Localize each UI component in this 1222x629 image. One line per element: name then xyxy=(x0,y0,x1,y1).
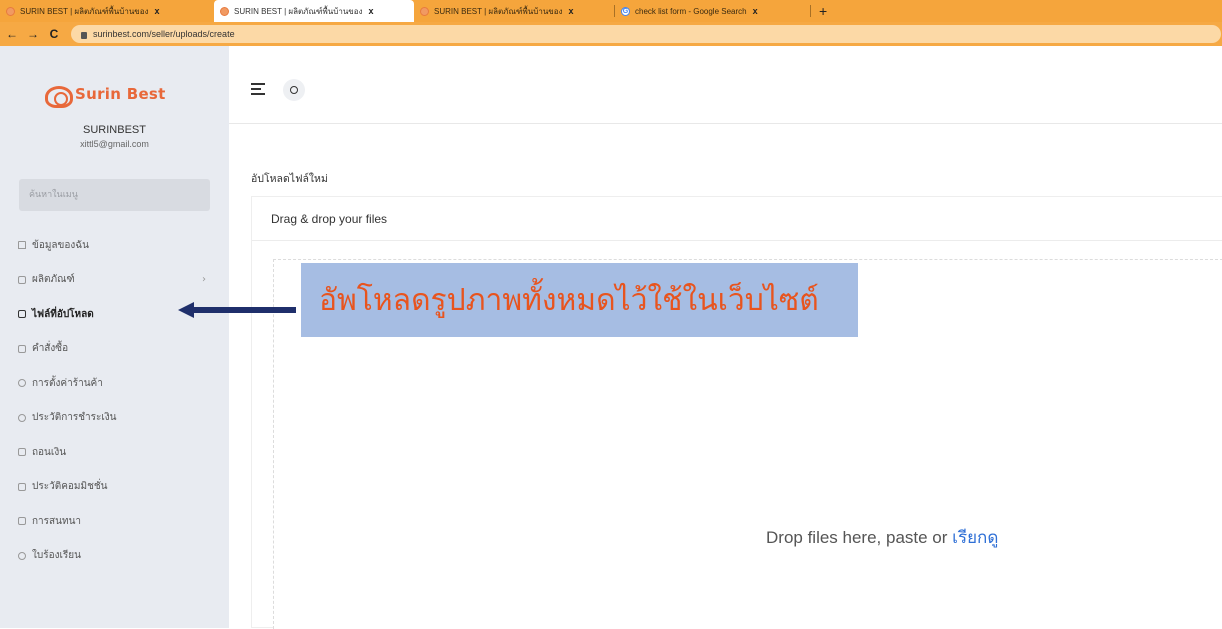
ticket-icon xyxy=(18,551,26,560)
browser-tab-active[interactable]: SURIN BEST | ผลิตภัณฑ์พื้นบ้านของ x xyxy=(214,0,414,22)
gear-icon xyxy=(18,379,26,388)
sidebar-item-conversations[interactable]: การสนทนา xyxy=(18,504,218,539)
arrow-left-icon xyxy=(178,302,296,318)
url-text: surinbest.com/seller/uploads/create xyxy=(93,29,235,39)
uploader-title: Drag & drop your files xyxy=(252,197,1222,241)
url-field[interactable]: surinbest.com/seller/uploads/create xyxy=(71,25,1221,43)
back-icon[interactable]: ← xyxy=(3,27,21,41)
sidebar-item-payment-history[interactable]: ประวัติการชำระเงิน xyxy=(18,401,218,436)
chevron-right-icon: › xyxy=(202,274,206,286)
chat-icon xyxy=(18,517,26,526)
forward-icon[interactable]: → xyxy=(24,27,42,41)
tab-title: SURIN BEST | ผลิตภัณฑ์พื้นบ้านของ xyxy=(434,6,563,16)
sidebar-item-label: คำสั่งซื้อ xyxy=(32,343,69,355)
browser-tab[interactable]: G check list form - Google Search x xyxy=(615,0,810,22)
lock-icon xyxy=(81,31,87,39)
logo-text: Surin Best xyxy=(75,85,166,103)
tab-title: SURIN BEST | ผลิตภัณฑ์พื้นบ้านของ xyxy=(234,6,363,16)
user-name: SURINBEST xyxy=(83,124,146,136)
wallet-icon xyxy=(18,448,26,457)
sidebar-item-label: การตั้งค่าร้านค้า xyxy=(32,377,103,389)
sidebar-item-support-ticket[interactable]: ใบร้องเรียน xyxy=(18,539,218,574)
close-icon[interactable]: x xyxy=(753,6,758,16)
new-tab-button[interactable]: + xyxy=(811,0,835,22)
tab-title: check list form - Google Search xyxy=(635,6,747,16)
sidebar-item-label: ประวัติคอมมิชชั่น xyxy=(32,481,108,493)
address-bar: ← → C surinbest.com/seller/uploads/creat… xyxy=(0,22,1222,46)
browser-tab[interactable]: SURIN BEST | ผลิตภัณฑ์พื้นบ้านของ x xyxy=(0,0,214,22)
menu-toggle-icon[interactable] xyxy=(251,83,265,95)
browser-tab-strip: SURIN BEST | ผลิตภัณฑ์พื้นบ้านของ x SURI… xyxy=(0,0,1222,22)
top-bar xyxy=(229,46,1222,124)
browse-link[interactable]: เรียกดู xyxy=(952,528,998,547)
drop-instructions: Drop files here, paste or เรียกดู xyxy=(766,524,998,551)
close-icon[interactable]: x xyxy=(368,6,373,16)
drop-text: Drop files here, paste or xyxy=(766,528,953,547)
user-email: xittl5@gmail.com xyxy=(80,139,149,149)
logo[interactable]: Surin Best xyxy=(45,85,190,116)
sidebar-item-label: การสนทนา xyxy=(32,515,82,527)
site-favicon xyxy=(420,6,429,16)
sidebar-item-orders[interactable]: คำสั่งซื้อ xyxy=(18,332,218,367)
close-icon[interactable]: x xyxy=(154,6,159,16)
sidebar-item-label: ประวัติการชำระเงิน xyxy=(32,412,117,424)
browser-tab[interactable]: SURIN BEST | ผลิตภัณฑ์พื้นบ้านของ x xyxy=(414,0,614,22)
menu-search-input[interactable] xyxy=(19,179,210,211)
home-icon xyxy=(18,241,26,250)
sidebar-item-label: ข้อมูลของฉัน xyxy=(32,239,89,251)
commission-icon xyxy=(18,482,26,491)
page-title: อัปโหลดไฟล์ใหม่ xyxy=(251,173,328,185)
sidebar-item-profile[interactable]: ข้อมูลของฉัน xyxy=(18,228,218,263)
sidebar-item-label: ใบร้องเรียน xyxy=(32,550,81,562)
close-icon[interactable]: x xyxy=(568,6,573,16)
sidebar-item-label: ไฟล์ที่อัปโหลด xyxy=(32,308,94,320)
logo-mark-icon xyxy=(45,86,73,108)
sidebar-menu: ข้อมูลของฉัน ผลิตภัณฑ์ › ไฟล์ที่อัปโหลด … xyxy=(18,228,218,573)
file-uploader: Drag & drop your files Drop files here, … xyxy=(251,196,1222,629)
reload-icon[interactable]: C xyxy=(45,27,63,41)
product-icon xyxy=(18,275,26,284)
globe-icon[interactable] xyxy=(283,79,305,101)
sidebar-item-products[interactable]: ผลิตภัณฑ์ › xyxy=(18,263,218,298)
sidebar-item-label: ถอนเงิน xyxy=(32,446,67,458)
history-icon xyxy=(18,413,26,422)
order-icon xyxy=(18,344,26,353)
sidebar-item-commission-history[interactable]: ประวัติคอมมิชชั่น xyxy=(18,470,218,505)
google-icon: G xyxy=(621,6,630,16)
site-favicon xyxy=(220,6,229,16)
sidebar-item-label: ผลิตภัณฑ์ xyxy=(32,274,75,286)
sidebar-item-shop-settings[interactable]: การตั้งค่าร้านค้า xyxy=(18,366,218,401)
folder-icon xyxy=(18,310,26,319)
tab-title: SURIN BEST | ผลิตภัณฑ์พื้นบ้านของ xyxy=(20,6,149,16)
site-favicon xyxy=(6,6,15,16)
sidebar-item-withdraw[interactable]: ถอนเงิน xyxy=(18,435,218,470)
annotation-callout: อัพโหลดรูปภาพทั้งหมดไว้ใช้ในเว็บไซต์ xyxy=(301,263,858,337)
